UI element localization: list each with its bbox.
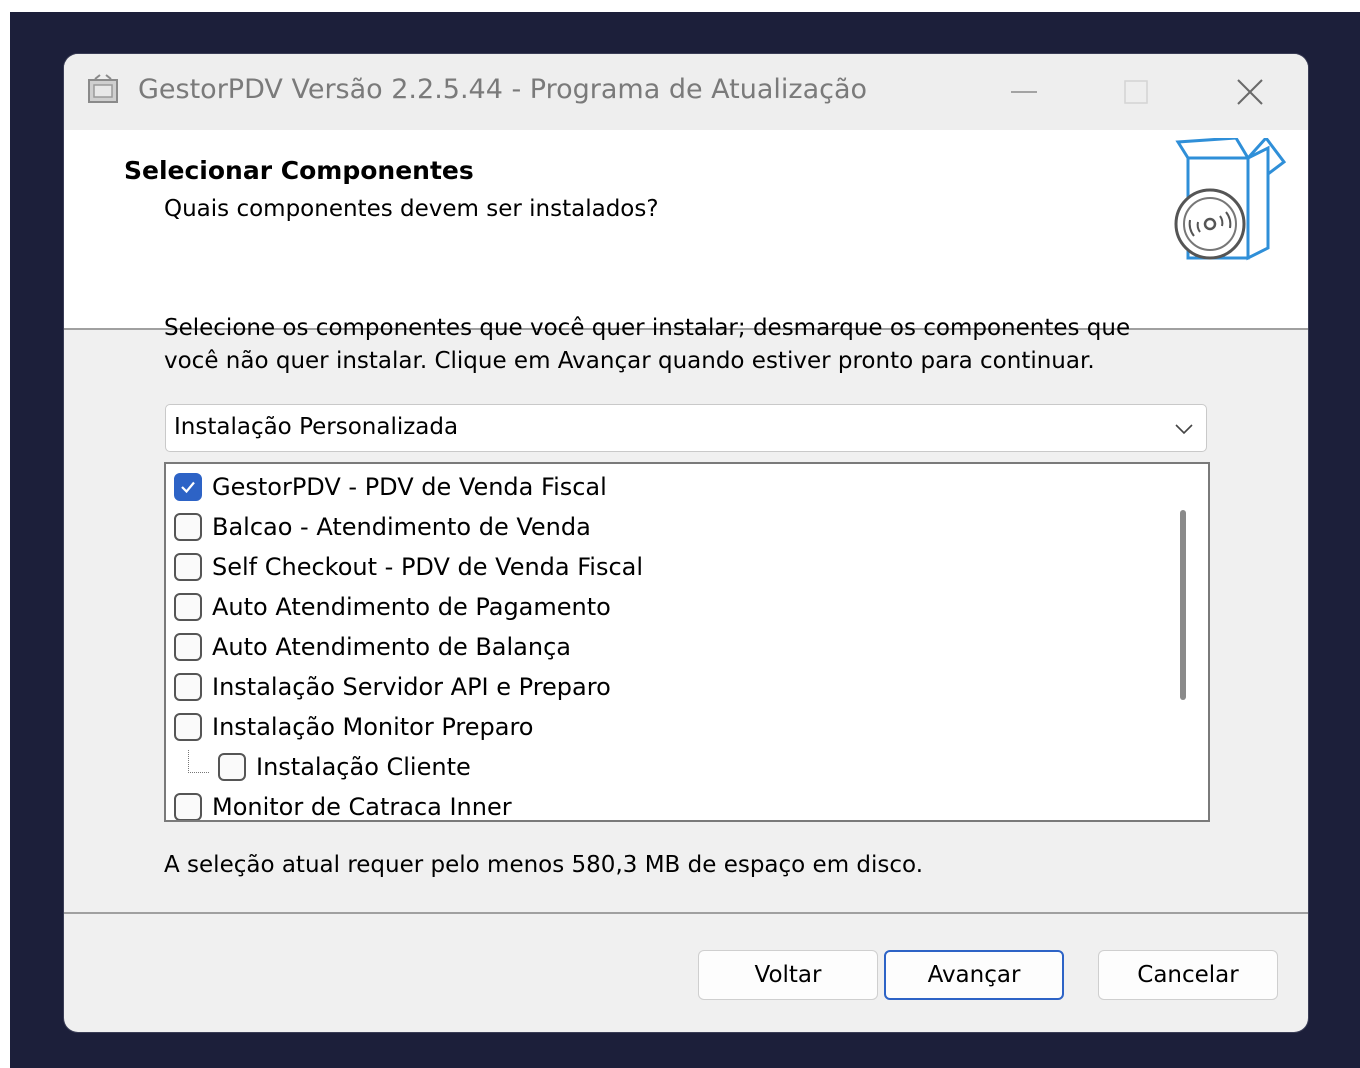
component-label: Instalação Monitor Preparo bbox=[212, 713, 534, 741]
checkbox[interactable] bbox=[174, 713, 202, 741]
checkbox[interactable] bbox=[174, 513, 202, 541]
cancel-button[interactable]: Cancelar bbox=[1098, 950, 1278, 1000]
component-label: Auto Atendimento de Pagamento bbox=[212, 593, 611, 621]
component-label: Self Checkout - PDV de Venda Fiscal bbox=[212, 553, 644, 581]
checkmark-icon bbox=[181, 481, 195, 494]
instructions-text: Selecione os componentes que você quer i… bbox=[164, 312, 1204, 378]
instructions-line-1: Selecione os componentes que você quer i… bbox=[164, 315, 1131, 341]
disk-space-text: A seleção atual requer pelo menos 580,3 … bbox=[164, 852, 924, 878]
components-list[interactable]: GestorPDV - PDV de Venda Fiscal Balcao -… bbox=[164, 462, 1210, 822]
maximize-button bbox=[1106, 70, 1166, 114]
scrollbar-thumb[interactable] bbox=[1180, 510, 1186, 700]
component-balcao[interactable]: Balcao - Atendimento de Venda bbox=[174, 508, 591, 546]
component-monitor-catraca[interactable]: Monitor de Catraca Inner bbox=[174, 788, 512, 821]
component-label: Instalação Cliente bbox=[256, 753, 471, 781]
instructions-line-2: você não quer instalar. Clique em Avança… bbox=[164, 348, 1095, 374]
footer-divider bbox=[64, 912, 1308, 914]
minimize-icon bbox=[1011, 91, 1037, 93]
component-gestorpdv[interactable]: GestorPDV - PDV de Venda Fiscal bbox=[174, 468, 607, 506]
checkbox-checked[interactable] bbox=[174, 473, 202, 501]
page-title: Selecionar Componentes bbox=[124, 156, 474, 185]
close-icon bbox=[1237, 79, 1263, 105]
tree-connector bbox=[188, 750, 209, 773]
component-servidor-api[interactable]: Instalação Servidor API e Preparo bbox=[174, 668, 611, 706]
wizard-header: Selecionar Componentes Quais componentes… bbox=[64, 130, 1308, 330]
component-instalacao-cliente[interactable]: Instalação Cliente bbox=[218, 748, 471, 786]
checkbox[interactable] bbox=[174, 553, 202, 581]
chevron-down-icon bbox=[1175, 424, 1193, 435]
checkbox[interactable] bbox=[218, 753, 246, 781]
back-button[interactable]: Voltar bbox=[698, 950, 878, 1000]
component-label: Monitor de Catraca Inner bbox=[212, 793, 512, 821]
maximize-icon bbox=[1124, 80, 1148, 104]
close-button[interactable] bbox=[1220, 70, 1280, 114]
component-auto-balanca[interactable]: Auto Atendimento de Balança bbox=[174, 628, 571, 666]
checkbox[interactable] bbox=[174, 673, 202, 701]
minimize-button[interactable] bbox=[994, 70, 1054, 114]
checkbox[interactable] bbox=[174, 793, 202, 820]
component-label: Balcao - Atendimento de Venda bbox=[212, 513, 591, 541]
app-icon bbox=[88, 74, 118, 103]
title-bar[interactable]: GestorPDV Versão 2.2.5.44 - Programa de … bbox=[64, 54, 1308, 130]
component-monitor-preparo[interactable]: Instalação Monitor Preparo bbox=[174, 708, 533, 746]
checkbox[interactable] bbox=[174, 593, 202, 621]
next-button[interactable]: Avançar bbox=[884, 950, 1064, 1000]
component-label: Auto Atendimento de Balança bbox=[212, 633, 572, 661]
component-label: Instalação Servidor API e Preparo bbox=[212, 673, 611, 701]
installer-window: GestorPDV Versão 2.2.5.44 - Programa de … bbox=[64, 54, 1308, 1032]
component-auto-pagamento[interactable]: Auto Atendimento de Pagamento bbox=[174, 588, 611, 626]
component-label: GestorPDV - PDV de Venda Fiscal bbox=[212, 473, 607, 501]
installation-type-value: Instalação Personalizada bbox=[174, 414, 459, 440]
checkbox[interactable] bbox=[174, 633, 202, 661]
component-self-checkout[interactable]: Self Checkout - PDV de Venda Fiscal bbox=[174, 548, 643, 586]
window-title: GestorPDV Versão 2.2.5.44 - Programa de … bbox=[138, 74, 868, 105]
install-box-icon bbox=[1174, 138, 1287, 261]
page-subtitle: Quais componentes devem ser instalados? bbox=[164, 196, 659, 222]
installation-type-dropdown[interactable]: Instalação Personalizada bbox=[165, 404, 1207, 452]
